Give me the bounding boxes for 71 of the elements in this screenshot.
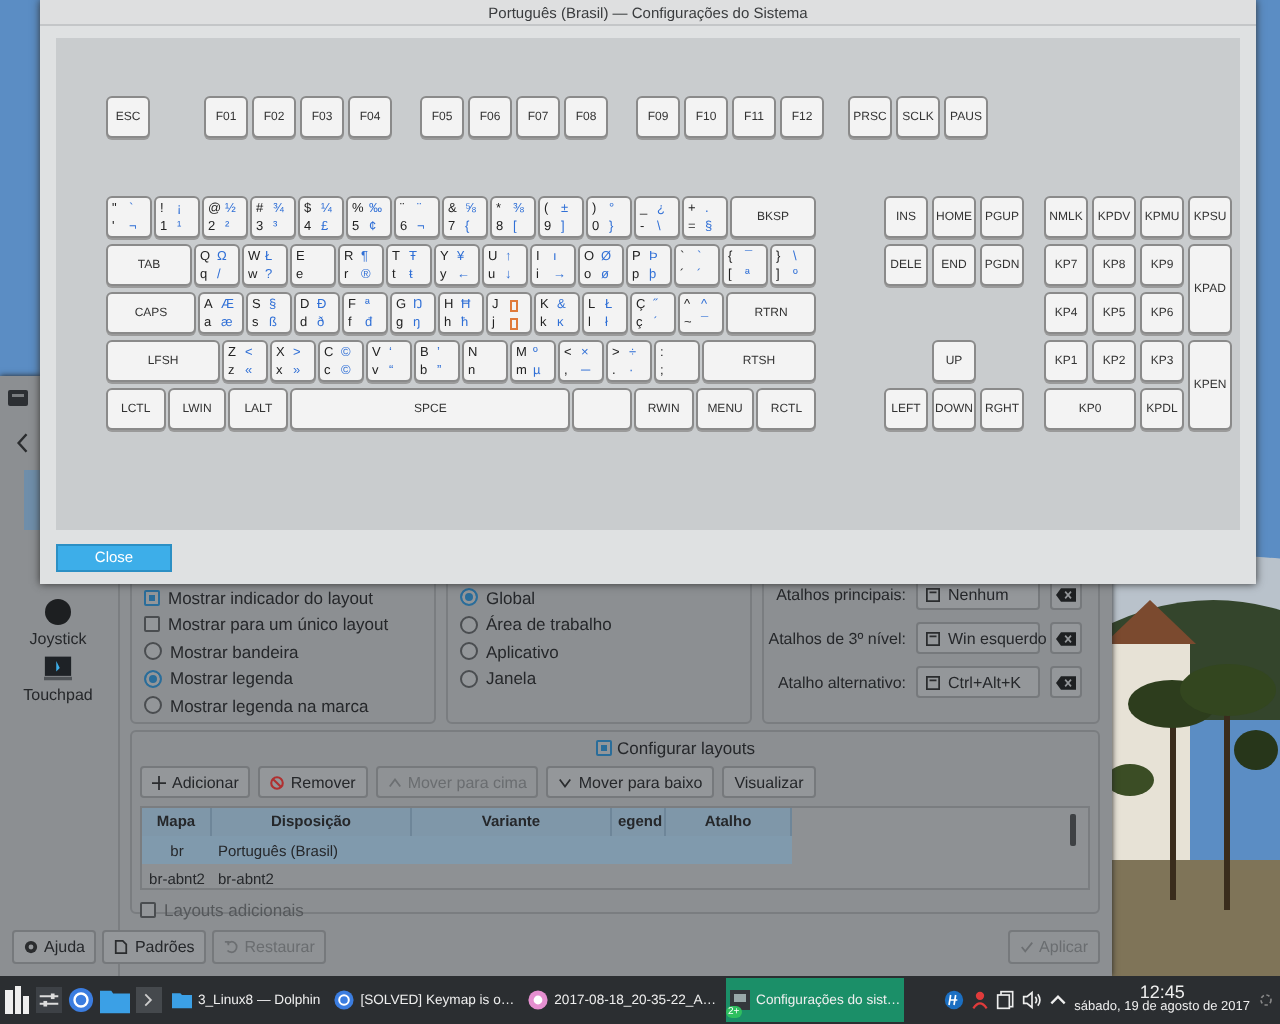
document-icon [114, 940, 129, 954]
radio-button[interactable] [144, 642, 162, 661]
keyboard-icon [926, 587, 940, 601]
app-icon [8, 388, 28, 408]
option-label: Configurar layouts [617, 737, 755, 757]
toolbar-button[interactable]: Visualizar [722, 766, 816, 798]
printer-brand-icon[interactable] [944, 990, 965, 1010]
option-label: Mostrar bandeira [170, 641, 299, 662]
option-label: Janela [486, 668, 537, 689]
help-icon [24, 940, 38, 954]
image-viewer-icon [528, 990, 549, 1010]
terminal-icon[interactable] [136, 986, 162, 1014]
radio-button[interactable] [144, 669, 162, 688]
clock-time[interactable]: 12:45 [1139, 984, 1185, 1003]
sidebar-item[interactable]: Joystick [8, 598, 108, 648]
option-label: Mostrar legenda na marca [170, 695, 369, 716]
scrollbar[interactable] [1070, 814, 1076, 846]
radio-button[interactable] [460, 615, 478, 634]
settings-icon [730, 990, 751, 1010]
radio-button[interactable] [460, 588, 478, 607]
clear-button[interactable] [1050, 666, 1082, 698]
shortcut-label: Atalhos de 3º nível: [768, 629, 906, 647]
radio-button[interactable] [144, 696, 162, 715]
clear-button[interactable] [1050, 622, 1082, 654]
clear-icon [1056, 675, 1076, 689]
clipboard-icon[interactable] [996, 990, 1017, 1010]
keyboard-key [572, 388, 633, 430]
option-label: Aplicativo [486, 641, 559, 662]
missing-glyph-icon [509, 317, 517, 329]
checkbox[interactable] [144, 616, 160, 633]
footer-button[interactable]: Ajuda [12, 930, 97, 964]
folder-icon[interactable] [100, 986, 130, 1014]
browser-icon [334, 990, 355, 1010]
sliders-icon[interactable] [36, 986, 62, 1014]
browser-icon[interactable] [68, 986, 94, 1014]
keyboard-icon [926, 675, 940, 689]
shortcut-button[interactable]: Ctrl+Alt+K [916, 666, 1040, 698]
touchpad-icon [44, 654, 72, 682]
option-label: Mostrar indicador do layout [168, 587, 374, 608]
launcher-icon[interactable] [4, 986, 30, 1014]
toolbar-button[interactable]: Remover [258, 766, 368, 798]
option-label: Global [486, 587, 536, 608]
back-icon[interactable] [16, 432, 30, 454]
desktop-toolbox-icon[interactable] [1256, 990, 1276, 1010]
option-label: Mostrar legenda [170, 668, 293, 689]
caret-up-icon[interactable] [1048, 990, 1069, 1010]
radio-button[interactable] [460, 669, 478, 688]
shortcut-label: Atalho alternativo: [777, 673, 906, 691]
keyboard-icon [926, 631, 940, 645]
folder-icon [172, 990, 192, 1010]
chevron-down-icon [558, 775, 573, 789]
clear-icon [1056, 631, 1076, 645]
radio-button[interactable] [460, 642, 478, 661]
speaker-icon[interactable] [1022, 990, 1043, 1010]
toolbar-button[interactable]: Mover para baixo [546, 766, 715, 798]
prohibited-icon [270, 775, 285, 789]
option-label: Área de trabalho [486, 614, 612, 635]
checkbox[interactable] [140, 901, 156, 918]
checkbox[interactable] [595, 739, 611, 755]
undo-icon [224, 940, 239, 954]
check-icon [1019, 940, 1034, 954]
shortcut-label: Atalhos principais: [776, 585, 906, 603]
toolbar-button[interactable]: Adicionar [140, 766, 251, 798]
sidebar-item[interactable]: Touchpad [8, 654, 108, 704]
joystick-icon [44, 598, 72, 626]
option-label: Mostrar para um único layout [168, 614, 389, 635]
footer-button[interactable]: Padrões [102, 930, 207, 964]
clear-icon [1056, 587, 1076, 601]
plus-icon [152, 775, 166, 789]
checkbox[interactable] [144, 589, 160, 606]
chevron-up-icon [387, 775, 402, 789]
